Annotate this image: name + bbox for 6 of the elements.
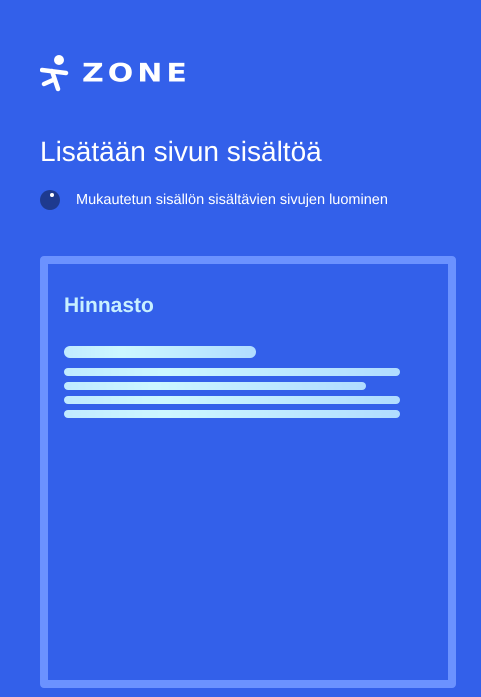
runner-icon bbox=[40, 53, 70, 93]
page-title: Lisätään sivun sisältöä bbox=[40, 135, 323, 169]
spinner-icon bbox=[40, 190, 60, 210]
logo-text: ZONE bbox=[82, 58, 191, 88]
status-text: Mukautetun sisällön sisältävien sivujen luominen bbox=[76, 192, 388, 208]
card-title: Hinnasto bbox=[64, 294, 155, 318]
